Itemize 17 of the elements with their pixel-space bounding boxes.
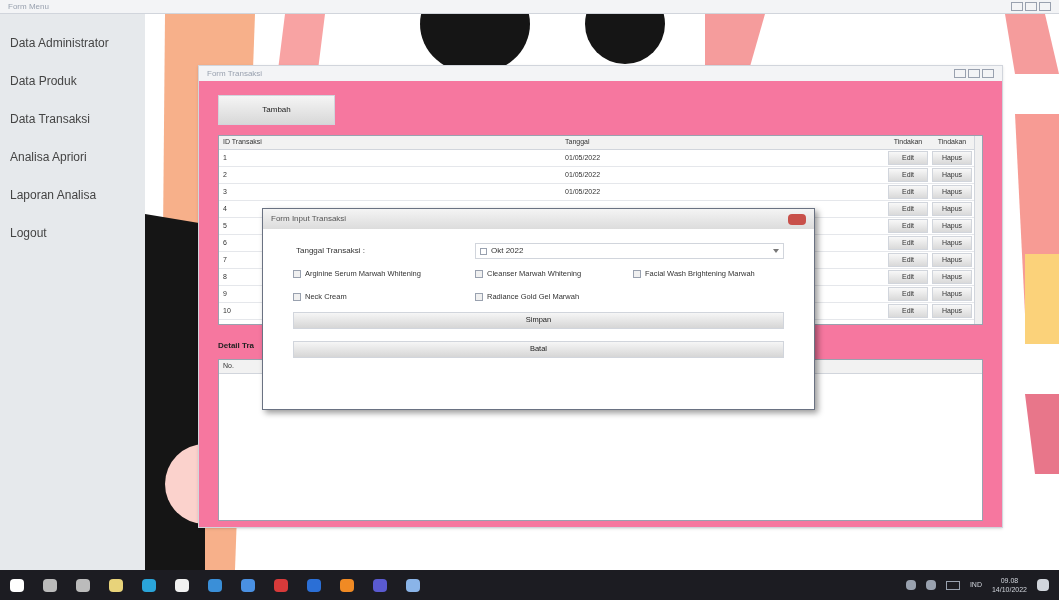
window-title: Form Menu (8, 0, 49, 13)
close-button[interactable] (788, 213, 806, 225)
dropdown-caret-icon (773, 249, 779, 253)
window-title: Form Transaksi (207, 67, 263, 80)
sidebar-item[interactable]: Data Produk (10, 71, 77, 92)
date-field[interactable]: Okt 2022 (475, 243, 784, 259)
sidebar-item[interactable]: Logout (10, 223, 47, 244)
dialog-title: Form Input Transaksi (271, 213, 347, 225)
scrollbar[interactable] (974, 136, 982, 324)
section-title: Detail Tra (218, 341, 254, 350)
sidebar-item[interactable]: Laporan Analisa (10, 185, 97, 206)
sidebar-item[interactable]: Analisa Apriori (10, 147, 87, 168)
sidebar-item[interactable]: Data Transaksi (10, 109, 91, 130)
field-label: Tanggal Transaksi : (295, 245, 366, 257)
add-button[interactable]: Tambah (218, 95, 335, 125)
decorative-shape (1005, 14, 1059, 74)
sidebar-item[interactable]: Data Administrator (10, 33, 109, 54)
